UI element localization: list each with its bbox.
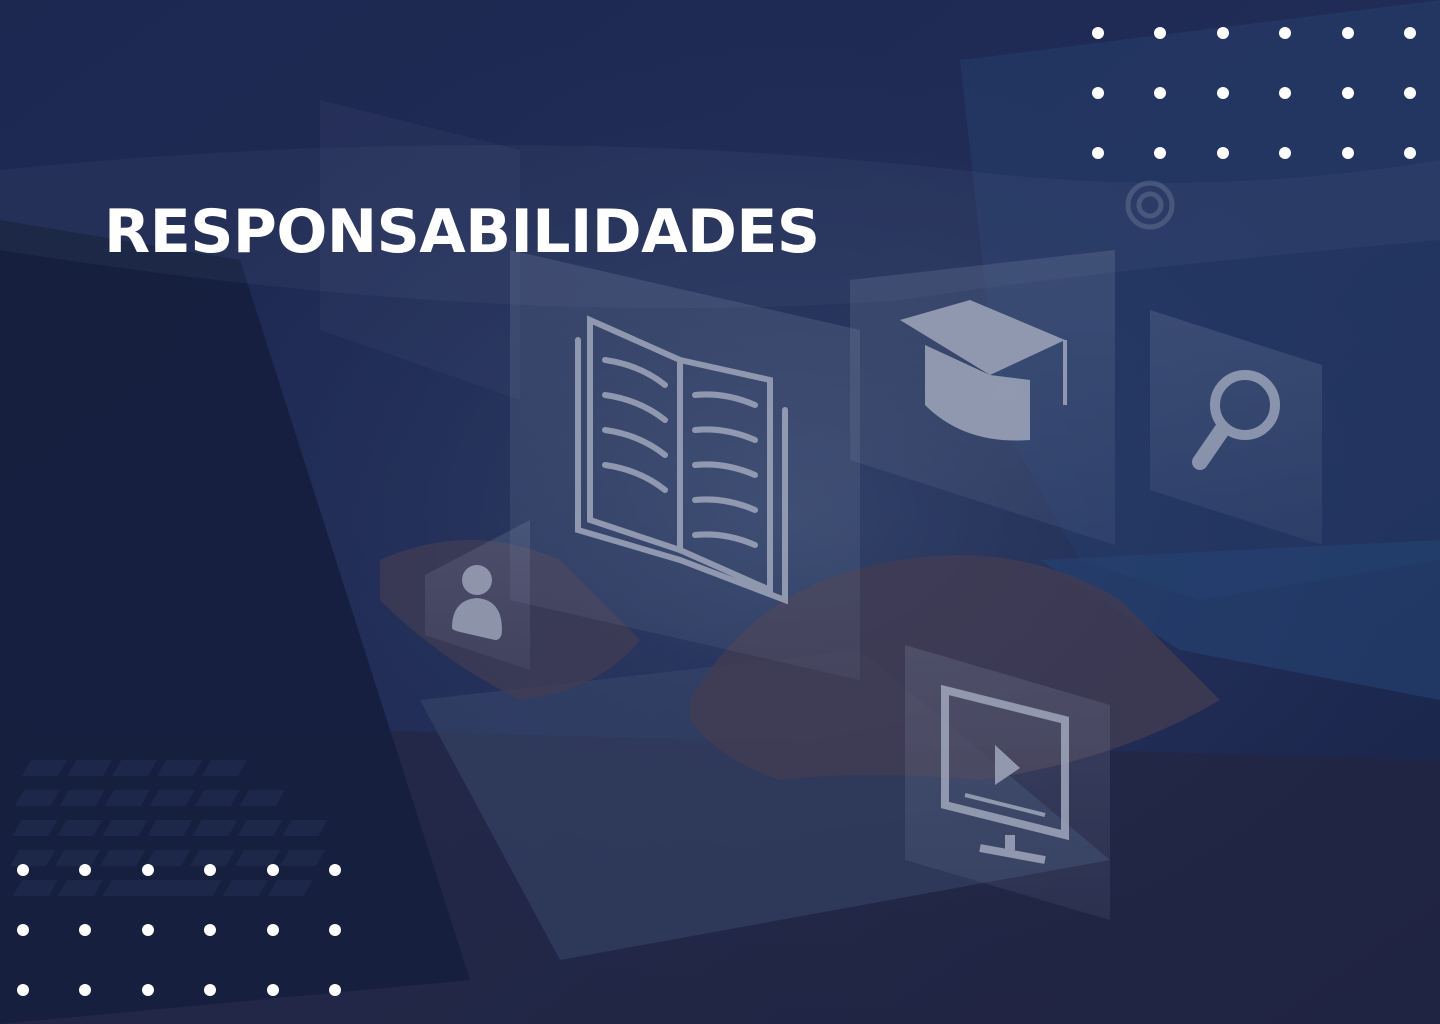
- page-title: RESPONSABILIDADES: [104, 197, 820, 267]
- dot-grid-bottom-left: [17, 864, 353, 996]
- dot-grid-top-right: [1092, 27, 1428, 159]
